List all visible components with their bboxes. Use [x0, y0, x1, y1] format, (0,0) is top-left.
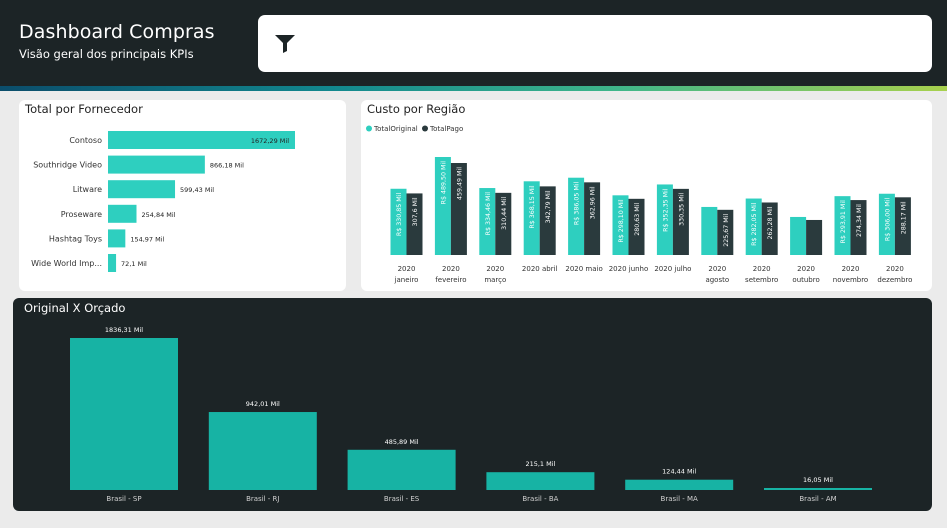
orcado-bar — [347, 449, 456, 490]
fornecedor-bar — [108, 254, 117, 272]
fornecedor-category-label: Litware — [73, 185, 102, 194]
regiao-value-label: 262,28 Mil — [767, 206, 774, 239]
orcado-category-label: Brasil - RJ — [246, 495, 279, 503]
orcado-value-label: 942,01 Mil — [246, 400, 280, 408]
regiao-value-label: R$ 386,05 Mil — [574, 181, 581, 225]
fornecedor-bar — [108, 155, 205, 174]
orcado-value-label: 1836,31 Mil — [105, 326, 143, 334]
orcado-card: Original X Orçado 1836,31 Mil Brasil - SP… — [13, 298, 932, 511]
regiao-value-label: 459,49 Mil — [456, 167, 463, 200]
header-bar: Dashboard Compras Visão geral dos princi… — [0, 0, 947, 86]
orcado-bar — [625, 479, 734, 490]
regiao-value-label: 330,35 Mil — [678, 193, 685, 226]
regiao-card: Custo por Região TotalOriginal TotalPago R… — [361, 100, 932, 291]
regiao-value-label: R$ 282,05 Mil — [751, 202, 758, 246]
regiao-value-label: 225,67 Mil — [723, 214, 730, 247]
regiao-value-label: R$ 298,10 Mil — [618, 199, 625, 243]
regiao-category-label: 2020 julho — [654, 265, 691, 273]
orcado-chart: 1836,31 Mil Brasil - SP 942,01 Mil Brasil -… — [70, 326, 872, 503]
regiao-category-label: outubro — [792, 276, 819, 284]
fornecedor-bar — [108, 204, 137, 223]
regiao-value-label: R$ 368,15 Mil — [529, 185, 536, 229]
orcado-category-label: Brasil - BA — [522, 495, 558, 503]
filter-icon[interactable] — [275, 35, 295, 53]
orcado-value-label: 215,1 Mil — [525, 460, 555, 468]
regiao-value-label: R$ 330,85 Mil — [396, 193, 403, 237]
regiao-category-label: 2020 — [708, 265, 726, 273]
orcado-bar — [208, 412, 317, 490]
regiao-category-label: 2020 abril — [522, 265, 558, 273]
regiao-legend-label: TotalPago — [429, 125, 463, 133]
fornecedor-category-label: Southridge Video — [33, 161, 102, 170]
orcado-value-label: 16,05 Mil — [803, 476, 833, 484]
orcado-bar — [486, 472, 595, 490]
regiao-category-label: setembro — [745, 276, 778, 284]
regiao-value-label: 362,96 Mil — [590, 186, 597, 219]
orcado-bar — [764, 488, 872, 490]
regiao-category-label: fevereiro — [435, 276, 466, 284]
orcado-value-label: 124,44 Mil — [662, 468, 696, 476]
page-subtitle: Visão geral dos principais KPIs — [19, 47, 194, 61]
regiao-category-label: 2020 junho — [609, 265, 649, 273]
regiao-category-label: 2020 maio — [565, 265, 602, 273]
regiao-value-label: 307,6 Mil — [412, 197, 419, 226]
orcado-category-label: Brasil - ES — [384, 495, 420, 503]
regiao-bar-pago — [806, 219, 823, 255]
regiao-bar-original — [701, 206, 718, 255]
regiao-value-label: 288,17 Mil — [900, 201, 907, 234]
regiao-legend-marker — [422, 125, 428, 132]
fornecedor-value-label: 72,1 Mil — [121, 260, 147, 268]
regiao-category-label: 2020 — [886, 265, 904, 273]
regiao-value-label: R$ 306,00 Mil — [884, 197, 891, 241]
regiao-chart: TotalOriginal TotalPago R$ 330,85 Mil 307,6… — [366, 125, 912, 284]
orcado-value-label: 485,89 Mil — [385, 438, 419, 446]
page-title: Dashboard Compras — [19, 21, 215, 43]
regiao-category-label: novembro — [833, 276, 868, 284]
accent-stripe — [0, 86, 947, 91]
orcado-category-label: Brasil - AM — [799, 495, 836, 503]
fornecedor-value-label: 254,84 Mil — [141, 211, 175, 219]
regiao-value-label: 280,63 Mil — [634, 203, 641, 236]
fornecedor-category-label: Proseware — [61, 210, 102, 219]
fornecedor-category-label: Hashtag Toys — [49, 234, 102, 243]
orcado-category-label: Brasil - MA — [661, 495, 699, 503]
regiao-value-label: R$ 334,46 Mil — [485, 192, 492, 236]
regiao-value-label: 310,44 Mil — [501, 197, 508, 230]
fornecedor-value-label: 866,18 Mil — [210, 162, 244, 170]
fornecedor-chart: Contoso 1672,29 Mil Southridge Video 866,18… — [31, 131, 295, 272]
fornecedor-category-label: Wide World Imp... — [31, 259, 102, 268]
regiao-category-label: agosto — [705, 276, 729, 284]
fornecedor-category-label: Contoso — [69, 136, 102, 145]
regiao-value-label: R$ 489,50 Mil — [440, 161, 447, 205]
regiao-category-label: 2020 — [442, 265, 460, 273]
regiao-value-label: R$ 293,91 Mil — [840, 200, 847, 244]
regiao-value-label: 342,79 Mil — [545, 190, 552, 223]
regiao-category-label: 2020 — [398, 265, 416, 273]
regiao-bar-original — [790, 216, 807, 255]
fornecedor-bar — [108, 229, 126, 248]
regiao-category-label: dezembro — [877, 276, 912, 284]
regiao-category-label: 2020 — [486, 265, 504, 273]
regiao-category-label: janeiro — [394, 276, 419, 284]
orcado-category-label: Brasil - SP — [106, 495, 141, 503]
orcado-bar — [70, 338, 178, 490]
regiao-category-label: 2020 — [797, 265, 815, 273]
regiao-legend-label: TotalOriginal — [373, 125, 418, 133]
regiao-legend-marker — [366, 125, 372, 132]
regiao-category-label: 2020 — [753, 265, 771, 273]
fornecedor-card: Total por Fornecedor Contoso 1672,29 Mil S… — [19, 100, 346, 291]
fornecedor-value-label: 599,43 Mil — [180, 186, 214, 194]
regiao-category-label: 2020 — [842, 265, 860, 273]
fornecedor-value-label: 1672,29 Mil — [251, 137, 289, 145]
regiao-category-label: março — [484, 276, 506, 284]
regiao-value-label: R$ 352,35 Mil — [662, 188, 669, 232]
fornecedor-bar — [108, 180, 176, 199]
fornecedor-value-label: 154,97 Mil — [130, 235, 164, 243]
filter-panel[interactable] — [258, 15, 932, 72]
regiao-value-label: 274,34 Mil — [856, 204, 863, 237]
